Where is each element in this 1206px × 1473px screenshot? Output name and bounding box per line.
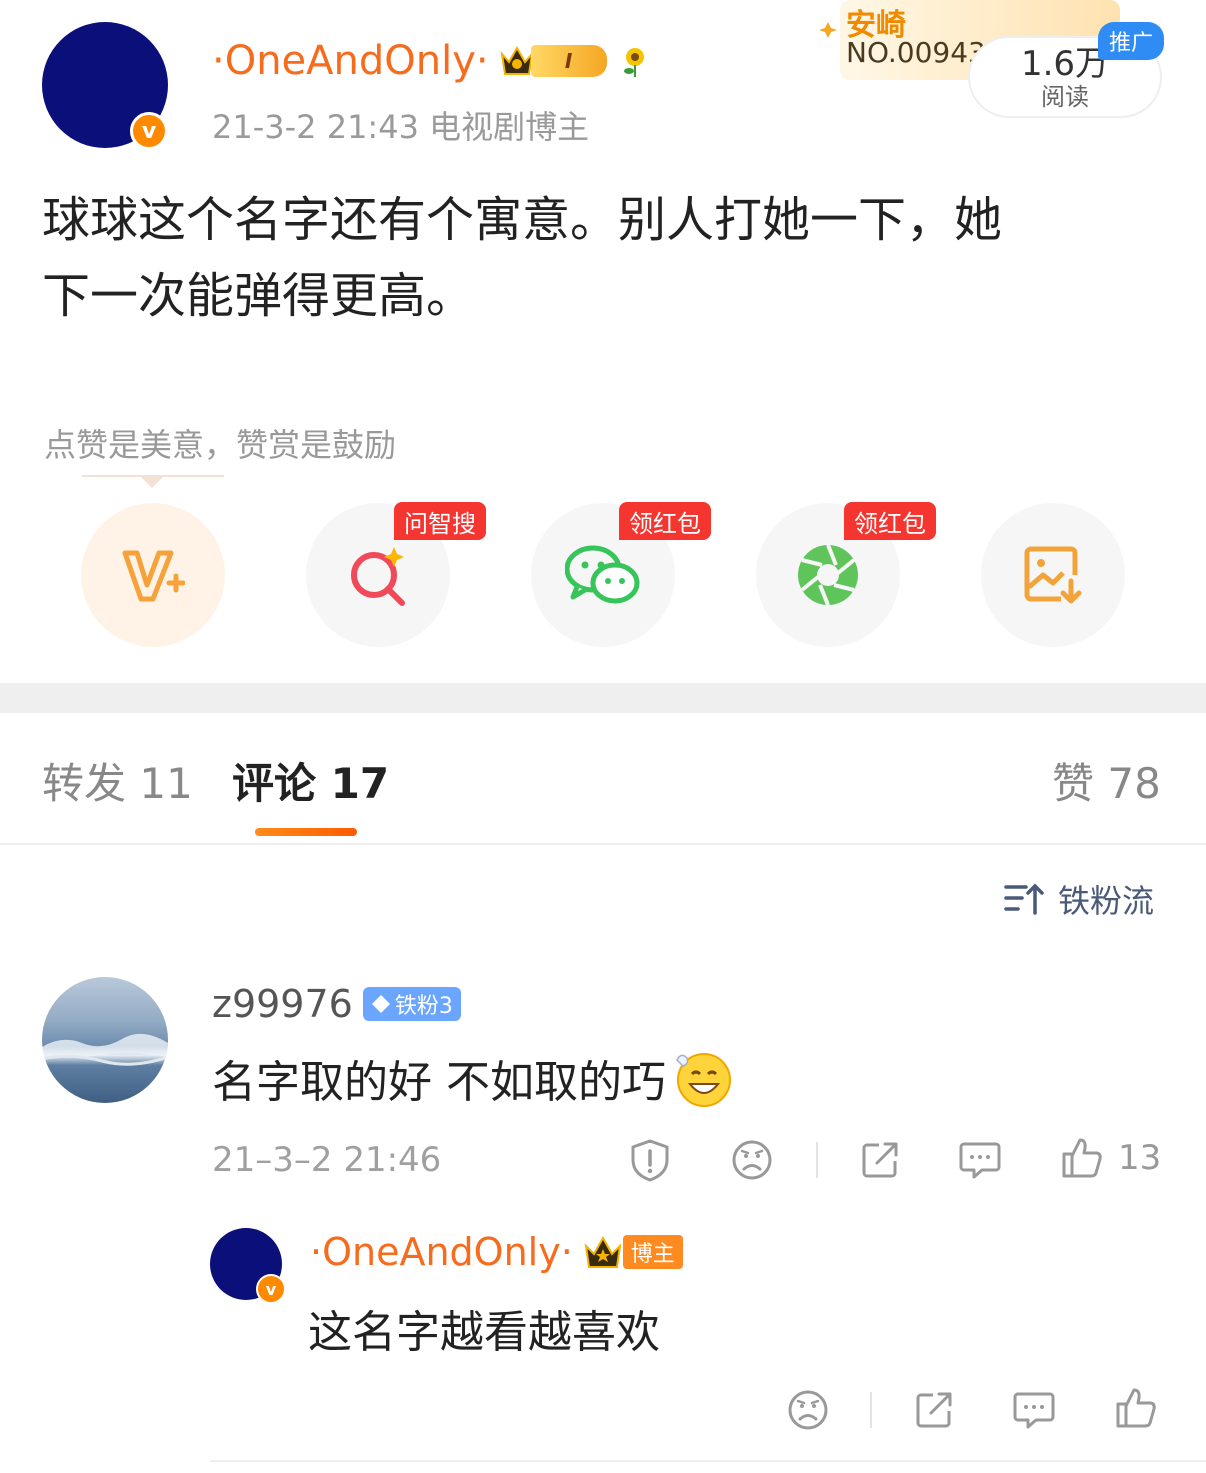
fan-badge-label: 铁粉3 — [394, 994, 453, 1019]
host-tag: 博主 — [622, 1235, 683, 1269]
level-tag: I — [530, 45, 607, 77]
reward-pointer — [140, 476, 164, 488]
crown-icon — [584, 1235, 622, 1268]
share-icon — [862, 1142, 898, 1178]
comment-bubble-icon — [1013, 1392, 1055, 1429]
author-name[interactable]: ·OneAndOnly· — [212, 38, 489, 84]
sad-face-icon — [732, 1140, 772, 1180]
reply-author-row: ·OneAndOnly· 博主 — [310, 1230, 683, 1274]
sort-label: 铁粉流 — [1058, 882, 1155, 920]
tab-like[interactable]: 赞 78 — [1052, 750, 1161, 811]
ad-tag: 推广 — [1098, 22, 1164, 60]
moments-icon — [798, 544, 858, 606]
tab-comment[interactable]: 评论 17 — [232, 750, 389, 811]
thumbs-up-icon — [1116, 1388, 1156, 1428]
wechat-icon — [565, 545, 640, 604]
author-row: ·OneAndOnly· I — [212, 38, 653, 84]
save-image-button[interactable] — [981, 503, 1125, 647]
reward-hint: 点赞是美意，赞赏是鼓励 — [44, 426, 397, 464]
comment-bubble-icon — [959, 1142, 1001, 1179]
diamond-icon — [371, 995, 390, 1013]
reply-action-separator — [870, 1392, 872, 1428]
post-meta: 21-3-2 21:43 电视剧博主 — [212, 108, 590, 146]
v-plus-icon — [122, 550, 185, 602]
verified-v-icon: v — [130, 112, 168, 150]
sort-icon — [1004, 883, 1044, 915]
save-image-icon — [1024, 546, 1082, 604]
sunflower-icon — [623, 48, 644, 77]
crown-icon — [500, 45, 534, 75]
comment-user-row: z99976 铁粉3 — [212, 982, 461, 1026]
promo-number: NO.00943 — [846, 36, 986, 69]
shield-alert-icon — [631, 1139, 669, 1182]
comment-text-row: 名字取的好 不如取的巧 — [212, 1046, 732, 1110]
action-separator — [816, 1142, 818, 1178]
comment-text: 名字取的好 不如取的巧 — [212, 1057, 666, 1108]
thumbs-up-icon — [1062, 1138, 1102, 1178]
post-text: 球球这个名字还有个寓意。别人打她一下，她 下一次能弹得更高。 — [42, 182, 1162, 334]
dislike-button[interactable] — [730, 1138, 774, 1182]
comment-like-count: 13 — [1118, 1138, 1162, 1178]
share-icon — [916, 1392, 952, 1428]
comment-bottom-divider — [210, 1460, 1206, 1462]
section-divider — [0, 683, 1206, 713]
laughing-emoji-icon — [676, 1053, 731, 1107]
post-text-line2: 下一次能弹得更高。 — [42, 268, 475, 324]
sort-button[interactable]: 铁粉流 — [1004, 876, 1154, 922]
host-badge: 博主 — [583, 1234, 683, 1270]
tab-repost[interactable]: 转发 11 — [42, 750, 193, 811]
moments-tag: 领红包 — [844, 502, 936, 540]
wechat-tag: 领红包 — [619, 502, 711, 540]
wave-photo — [42, 1033, 168, 1066]
commenter-avatar[interactable] — [42, 977, 168, 1103]
share-comment-button[interactable] — [858, 1138, 902, 1182]
reply-text: 这名字越看越喜欢 — [308, 1307, 660, 1358]
read-label: 阅读 — [1041, 83, 1089, 111]
search-ai-tag: 问智搜 — [394, 502, 486, 540]
report-button[interactable] — [628, 1138, 672, 1182]
reply-author-name[interactable]: ·OneAndOnly· — [310, 1230, 573, 1274]
tabs-divider — [0, 843, 1206, 845]
reply-comment-button[interactable] — [1012, 1388, 1056, 1432]
reply-button[interactable] — [958, 1138, 1002, 1182]
reply-share-button[interactable] — [912, 1388, 956, 1432]
reply-verified-v-icon: v — [256, 1274, 286, 1304]
sad-face-icon — [788, 1390, 828, 1430]
comment-username[interactable]: z99976 — [212, 982, 353, 1026]
reply-like-button[interactable] — [1114, 1386, 1158, 1430]
reply-dislike-button[interactable] — [786, 1388, 830, 1432]
member-level-badge[interactable]: I — [499, 44, 607, 78]
post-text-line1: 球球这个名字还有个寓意。别人打她一下，她 — [42, 192, 1003, 248]
tab-active-indicator — [255, 828, 357, 836]
share-v-plus-button[interactable] — [81, 503, 225, 647]
comment-time: 21–3–2 21:46 — [212, 1140, 442, 1180]
search-ai-icon — [351, 547, 405, 606]
fan-badge[interactable]: 铁粉3 — [362, 987, 461, 1021]
comment-like-button[interactable]: 13 — [1060, 1136, 1161, 1180]
